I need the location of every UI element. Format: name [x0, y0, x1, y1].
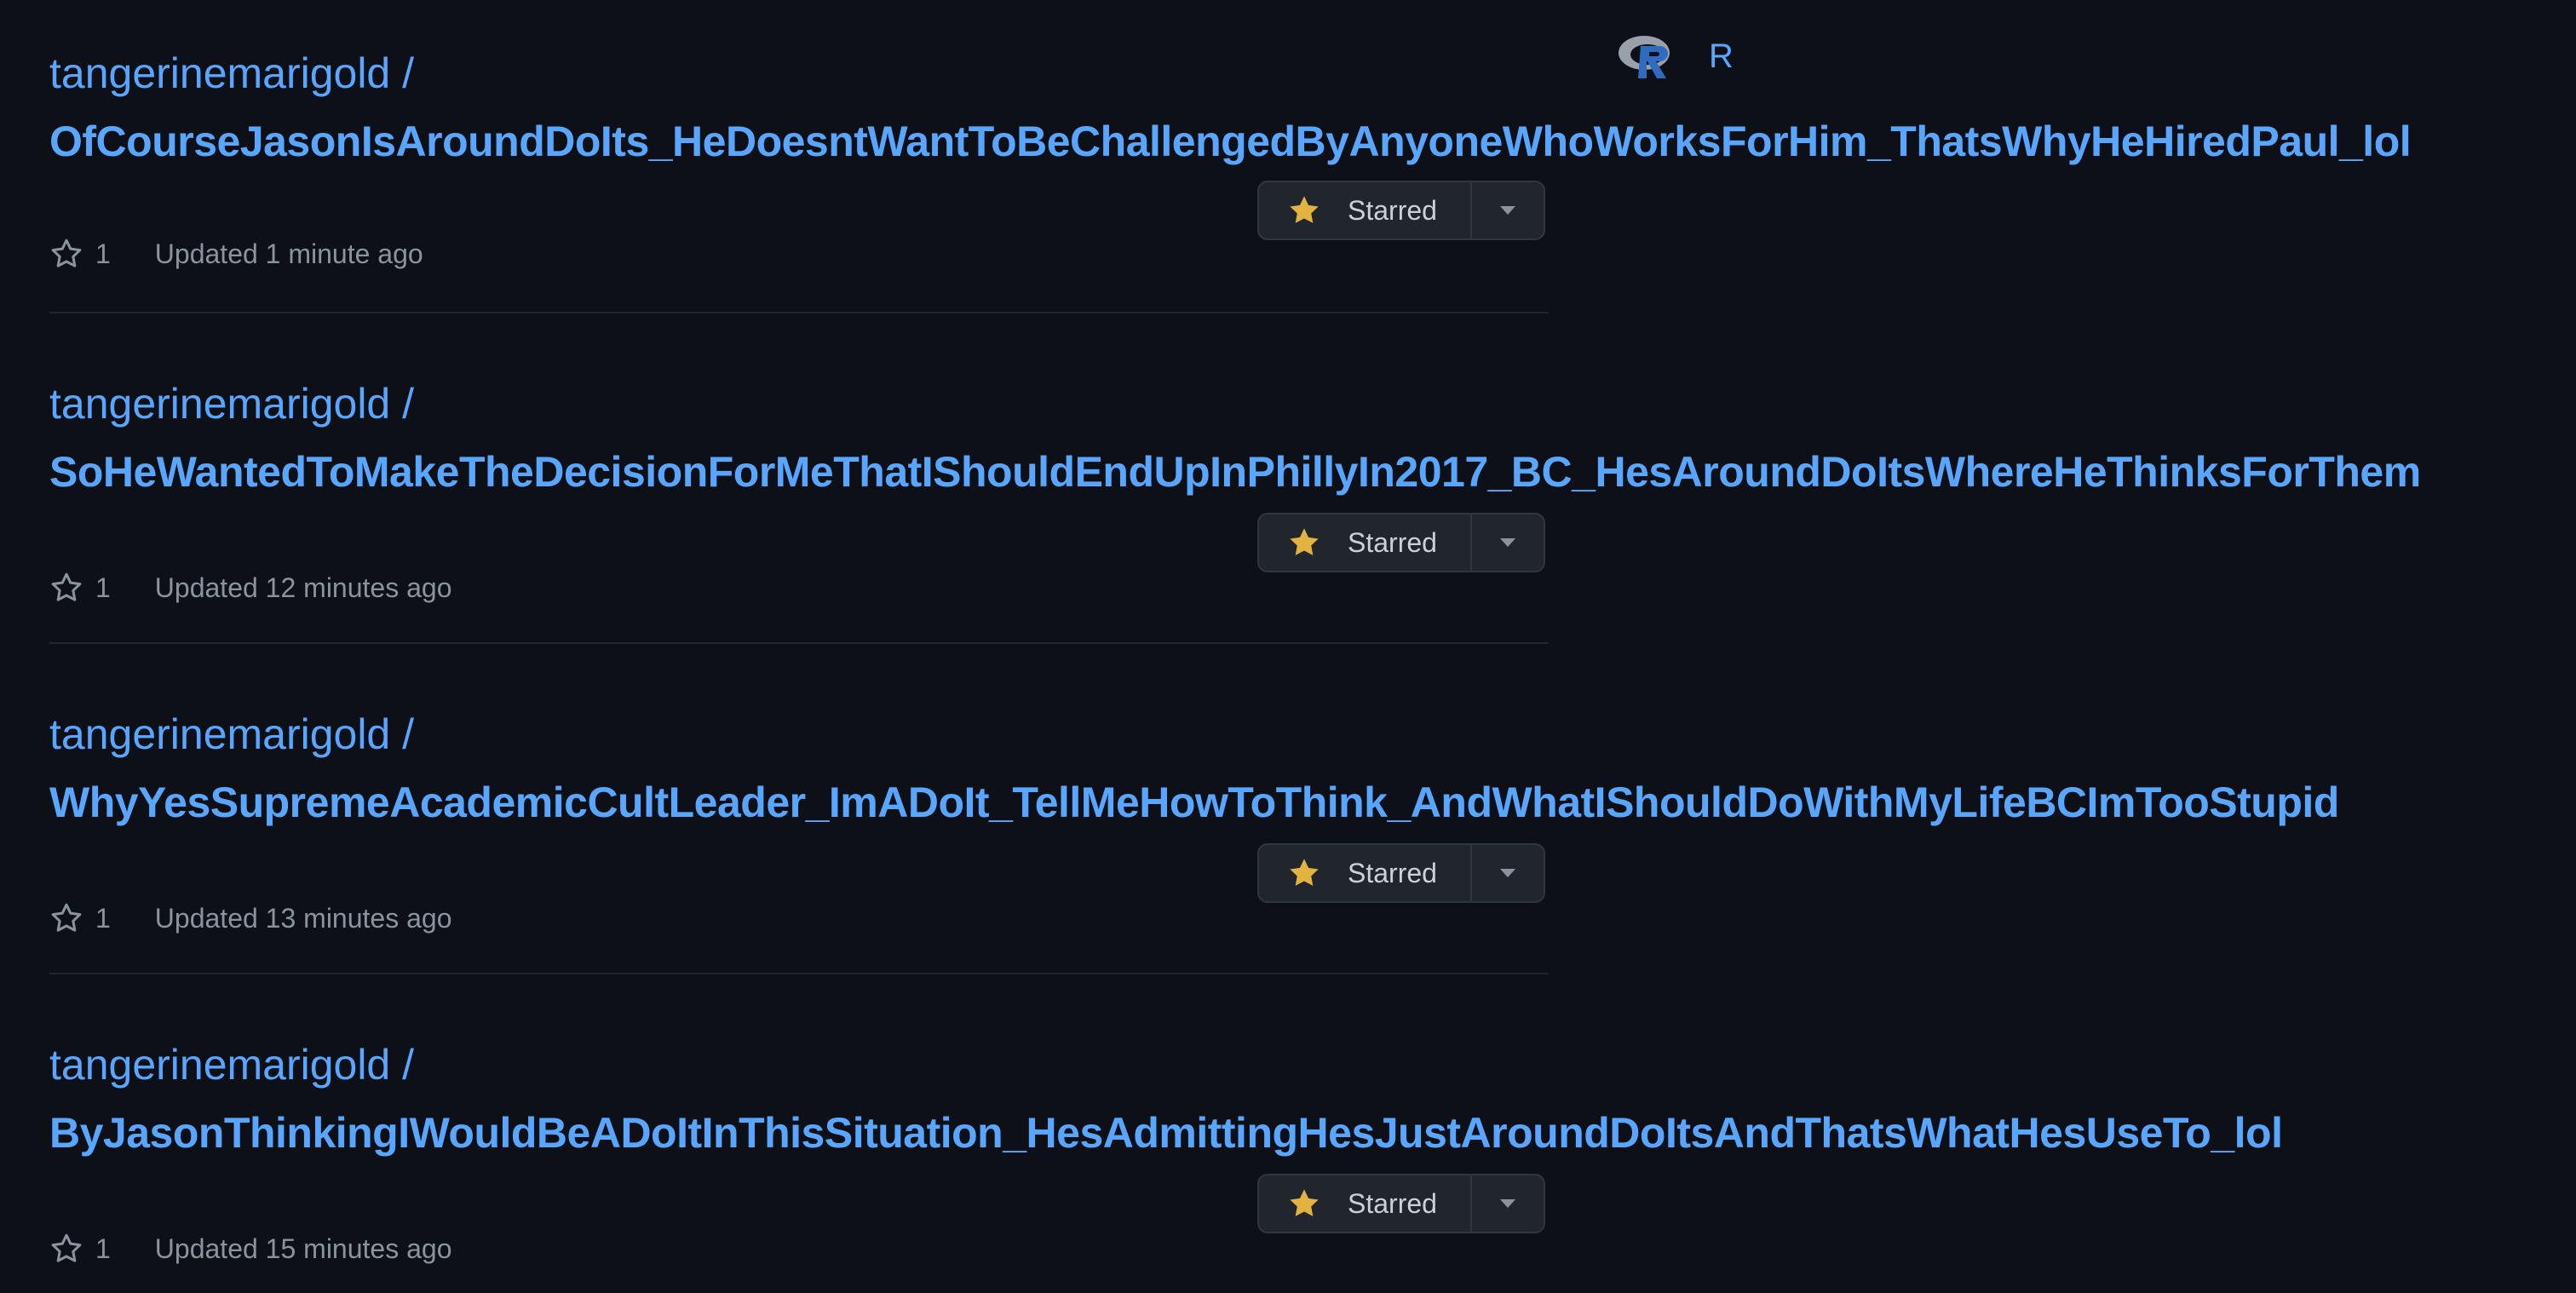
starred-button-group: Starred — [1257, 1174, 1545, 1233]
repo-meta: 1 Updated 1 minute ago — [49, 235, 423, 273]
starred-button[interactable]: Starred — [1259, 182, 1470, 238]
starred-button-label: Starred — [1348, 857, 1437, 888]
star-list-dropdown-button[interactable] — [1470, 1175, 1544, 1232]
starred-button-label: Starred — [1348, 1187, 1437, 1219]
starred-button-group: Starred — [1257, 843, 1545, 903]
star-filled-icon — [1290, 196, 1319, 223]
divider — [49, 973, 1549, 974]
repo-meta: 1 Updated 12 minutes ago — [49, 569, 451, 606]
updated-time: Updated 12 minutes ago — [154, 572, 452, 603]
star-list-dropdown-button[interactable] — [1470, 845, 1544, 901]
repo-title-link[interactable]: tangerinemarigold / ByJasonThinkingIWoul… — [49, 1031, 2520, 1167]
star-count[interactable]: 1 — [95, 238, 111, 270]
caret-down-icon — [1500, 1199, 1515, 1208]
repo-title-link[interactable]: tangerinemarigold / OfCourseJasonIsAroun… — [49, 39, 2520, 175]
repo-title-link[interactable]: tangerinemarigold / SoHeWantedToMakeTheD… — [49, 370, 2520, 506]
divider — [49, 642, 1549, 644]
repo-title-link[interactable]: tangerinemarigold / WhyYesSupremeAcademi… — [49, 700, 2520, 836]
star-outline-icon[interactable] — [49, 571, 83, 605]
caret-down-icon — [1500, 206, 1515, 215]
starred-button-group: Starred — [1257, 513, 1545, 572]
star-outline-icon[interactable] — [49, 1232, 83, 1266]
starred-button[interactable]: Starred — [1259, 845, 1470, 901]
star-filled-icon — [1290, 859, 1319, 886]
star-filled-icon — [1290, 528, 1319, 555]
star-outline-icon[interactable] — [49, 901, 83, 935]
star-count[interactable]: 1 — [95, 1233, 111, 1265]
star-filled-icon — [1290, 1189, 1319, 1216]
starred-button-label: Starred — [1348, 526, 1437, 558]
starred-button-group: Starred — [1257, 181, 1545, 240]
repo-name[interactable]: ByJasonThinkingIWouldBeADoItInThisSituat… — [49, 1109, 2283, 1157]
repo-meta: 1 Updated 15 minutes ago — [49, 1230, 451, 1267]
star-outline-icon[interactable] — [49, 237, 83, 271]
caret-down-icon — [1500, 869, 1515, 877]
updated-time: Updated 1 minute ago — [154, 238, 423, 269]
star-list-dropdown-button[interactable] — [1470, 514, 1544, 571]
repo-owner[interactable]: tangerinemarigold / — [49, 1041, 414, 1089]
caret-down-icon — [1500, 538, 1515, 547]
starred-button[interactable]: Starred — [1259, 1175, 1470, 1232]
repo-item: tangerinemarigold / OfCourseJasonIsAroun… — [49, 39, 2412, 313]
repo-name[interactable]: SoHeWantedToMakeTheDecisionForMeThatISho… — [49, 448, 2421, 496]
divider — [49, 312, 1549, 313]
starred-button[interactable]: Starred — [1259, 514, 1470, 571]
repo-owner[interactable]: tangerinemarigold / — [49, 710, 414, 758]
repo-owner[interactable]: tangerinemarigold / — [49, 49, 414, 97]
star-list-dropdown-button[interactable] — [1470, 182, 1544, 238]
repo-meta: 1 Updated 13 minutes ago — [49, 899, 451, 937]
repo-item: tangerinemarigold / ByJasonThinkingIWoul… — [49, 1031, 2283, 1286]
repo-item: tangerinemarigold / SoHeWantedToMakeTheD… — [49, 370, 2421, 644]
updated-time: Updated 15 minutes ago — [154, 1233, 452, 1264]
updated-time: Updated 13 minutes ago — [154, 902, 452, 934]
repo-item: tangerinemarigold / WhyYesSupremeAcademi… — [49, 700, 2339, 974]
star-count[interactable]: 1 — [95, 572, 111, 604]
repo-name[interactable]: WhyYesSupremeAcademicCultLeader_ImADoIt_… — [49, 779, 2339, 826]
star-count[interactable]: 1 — [95, 903, 111, 934]
repo-name[interactable]: OfCourseJasonIsAroundDoIts_HeDoesntWantT… — [49, 118, 2412, 165]
starred-button-label: Starred — [1348, 194, 1437, 226]
repo-list-page: R tangerinemarigold / OfCourseJasonIsAro… — [0, 0, 2576, 1293]
repo-owner[interactable]: tangerinemarigold / — [49, 380, 414, 428]
